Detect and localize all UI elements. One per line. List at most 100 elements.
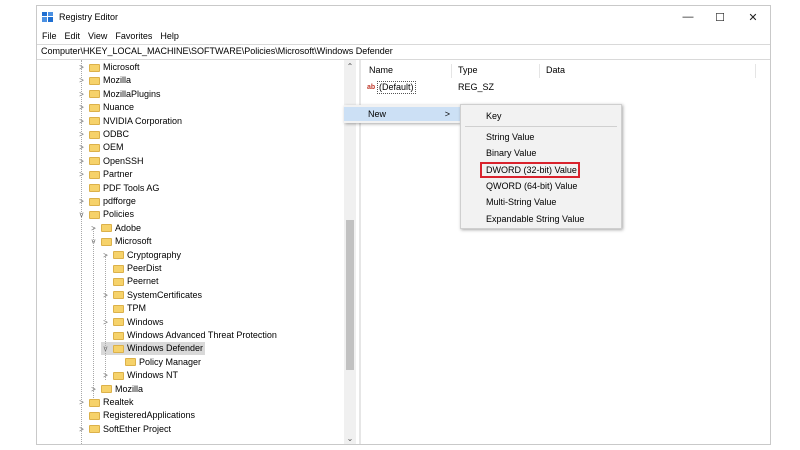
menu-file[interactable]: File xyxy=(42,29,57,43)
folder-icon xyxy=(113,251,124,260)
folder-icon xyxy=(89,184,100,193)
tree-item[interactable]: > OpenSSH xyxy=(77,155,146,168)
tree-item[interactable]: > OEM xyxy=(77,141,126,154)
registry-tree: > Microsoft > Mozilla > MozillaPlugins > Nuance… xyxy=(37,60,355,444)
tree-item[interactable]: > Realtek xyxy=(77,396,136,409)
tree-item[interactable]: TPM xyxy=(101,302,148,315)
tree-item-label: Partner xyxy=(103,169,133,180)
tree-item[interactable]: PDF Tools AG xyxy=(77,182,161,195)
tree-item[interactable]: > Partner xyxy=(77,168,135,181)
tree-item-label: Realtek xyxy=(103,397,134,407)
tree-guide-line xyxy=(105,255,106,380)
registry-editor-icon xyxy=(42,12,53,22)
tree-item[interactable]: > SystemCertificates xyxy=(101,289,204,302)
scroll-up-icon[interactable]: ⌃ xyxy=(344,60,356,72)
window-title: Registry Editor xyxy=(59,12,119,22)
tree-item[interactable]: > Windows NT xyxy=(101,369,180,382)
context-menu: New > xyxy=(344,105,460,123)
tree-item[interactable]: > Mozilla xyxy=(77,74,133,87)
tree-guide-line xyxy=(81,60,82,444)
tree-item[interactable]: > pdfforge xyxy=(77,195,138,208)
tree-item-label: Windows Advanced Threat Protection xyxy=(127,330,277,340)
folder-icon xyxy=(113,344,124,353)
column-divider[interactable] xyxy=(755,64,756,78)
menu-help[interactable]: Help xyxy=(160,29,179,43)
tree-item[interactable]: > ODBC xyxy=(77,128,131,141)
minimize-button[interactable]: — xyxy=(672,6,704,28)
folder-icon xyxy=(89,210,100,219)
tree-item[interactable]: > Nuance xyxy=(77,101,136,114)
tree-item[interactable]: v Microsoft xyxy=(89,235,154,248)
folder-icon xyxy=(89,157,100,166)
close-button[interactable]: ✕ xyxy=(737,6,769,28)
submenu-item-expandable-string-value[interactable]: Expandable String Value xyxy=(486,212,584,226)
tree-item[interactable]: PeerDist xyxy=(101,262,164,275)
tree-item[interactable]: Peernet xyxy=(101,275,161,288)
tree-item[interactable]: RegisteredApplications xyxy=(77,409,197,422)
submenu-arrow-icon: > xyxy=(444,109,450,119)
column-divider[interactable] xyxy=(451,64,452,78)
tree-item[interactable]: > NVIDIA Corporation xyxy=(77,115,184,128)
tree-item[interactable]: > Cryptography xyxy=(101,249,183,262)
tree-item-label: Windows xyxy=(127,316,164,327)
tree-item[interactable]: Policy Manager xyxy=(113,356,203,369)
tree-item[interactable]: > MozillaPlugins xyxy=(77,88,163,101)
tree-item[interactable]: > Adobe xyxy=(89,222,143,235)
tree-item-label: Nuance xyxy=(103,102,135,113)
menu-favorites[interactable]: Favorites xyxy=(115,29,152,43)
tree-item-label: Windows NT xyxy=(127,370,179,381)
tree-item-label: Policy Manager xyxy=(139,356,202,367)
menu-item-new-label: New xyxy=(368,109,387,119)
folder-icon xyxy=(89,197,100,206)
folder-icon xyxy=(113,318,124,327)
dword-highlight-box xyxy=(480,162,580,178)
tree-item[interactable]: Windows Advanced Threat Protection xyxy=(101,329,279,342)
menu-view[interactable]: View xyxy=(88,29,107,43)
folder-icon xyxy=(89,103,100,112)
menu-bar: File Edit View Favorites Help xyxy=(37,29,770,43)
folder-icon xyxy=(89,425,100,434)
menu-item-new[interactable]: New > xyxy=(344,107,460,121)
submenu-item-string-value[interactable]: String Value xyxy=(486,130,534,144)
tree-item[interactable]: v Policies xyxy=(77,208,136,221)
folder-icon xyxy=(101,385,112,394)
submenu-item-qword-value[interactable]: QWORD (64-bit) Value xyxy=(486,179,577,193)
new-submenu: Key String Value Binary Value DWORD (32-… xyxy=(460,104,622,229)
tree-item-label: NVIDIA Corporation xyxy=(103,115,183,126)
string-value-icon: ab xyxy=(367,83,376,91)
title-bar[interactable]: Registry Editor — ☐ ✕ xyxy=(37,6,770,28)
tree-item[interactable]: > Microsoft xyxy=(77,61,142,74)
folder-icon xyxy=(101,224,112,233)
folder-icon xyxy=(113,291,124,300)
folder-icon xyxy=(113,371,124,380)
column-data[interactable]: Data xyxy=(546,64,565,77)
tree-item-label: OEM xyxy=(103,142,124,153)
tree-item-label: PDF Tools AG xyxy=(103,182,160,193)
tree-item-label: Microsoft xyxy=(103,62,140,72)
submenu-item-key[interactable]: Key xyxy=(486,109,502,123)
menu-edit[interactable]: Edit xyxy=(65,29,81,43)
scroll-thumb[interactable] xyxy=(346,220,354,370)
address-bar[interactable]: Computer\HKEY_LOCAL_MACHINE\SOFTWARE\Pol… xyxy=(37,44,770,60)
value-type: REG_SZ xyxy=(458,82,495,92)
tree-item-label: RegisteredApplications xyxy=(103,410,196,421)
registry-editor-window: Registry Editor — ☐ ✕ File Edit View Fav… xyxy=(36,5,771,445)
folder-icon xyxy=(125,358,136,367)
value-row-default[interactable]: ab (Default) xyxy=(367,80,416,94)
submenu-item-multi-string-value[interactable]: Multi-String Value xyxy=(486,195,556,209)
tree-guide-line xyxy=(93,228,94,398)
folder-icon xyxy=(89,398,100,407)
column-divider[interactable] xyxy=(539,64,540,78)
tree-item[interactable]: > Mozilla xyxy=(89,383,145,396)
scroll-down-icon[interactable]: ⌄ xyxy=(344,432,356,444)
folder-icon xyxy=(113,277,124,286)
tree-item-label: MozillaPlugins xyxy=(103,88,161,99)
column-name[interactable]: Name xyxy=(369,64,393,77)
column-type[interactable]: Type xyxy=(458,64,478,77)
tree-item[interactable]: > SoftEther Project xyxy=(77,423,173,436)
folder-icon xyxy=(113,264,124,273)
tree-item[interactable]: v Windows Defender xyxy=(101,342,206,356)
submenu-item-binary-value[interactable]: Binary Value xyxy=(486,146,536,160)
tree-item[interactable]: > Windows xyxy=(101,316,166,329)
maximize-button[interactable]: ☐ xyxy=(704,6,736,28)
